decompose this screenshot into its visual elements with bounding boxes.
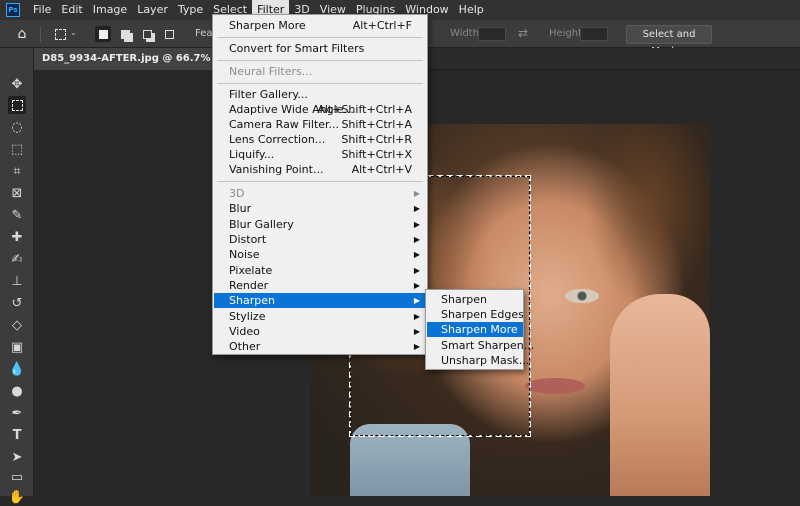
menu-item-render[interactable]: Render ▶ <box>214 278 426 293</box>
chevron-right-icon: ▶ <box>413 342 420 351</box>
stamp-icon[interactable]: ⊥ <box>8 272 26 290</box>
marquee-preset-icon[interactable] <box>52 26 68 42</box>
menu-item-vanishing-point[interactable]: Vanishing Point... Alt+Ctrl+V <box>214 162 426 177</box>
shape-icon[interactable]: ▭ <box>8 468 26 486</box>
select-and-mask-button[interactable]: Select and Mask... <box>626 25 712 57</box>
swap-icon[interactable]: ⇄ <box>518 26 528 40</box>
menu-item-neural-filters: Neural Filters... <box>229 65 313 78</box>
chevron-right-icon: ▶ <box>413 281 420 290</box>
menu-separator <box>217 60 423 61</box>
photo-lips <box>525 378 585 394</box>
chevron-right-icon: ▶ <box>413 220 420 229</box>
chevron-down-icon[interactable]: ⌄ <box>70 28 77 37</box>
type-icon[interactable]: T <box>8 426 26 444</box>
menu-item-filter-gallery[interactable]: Filter Gallery... <box>214 87 426 102</box>
menu-item-convert-smart-filters[interactable]: Convert for Smart Filters <box>214 41 426 56</box>
frame-icon[interactable]: ⊠ <box>8 184 26 202</box>
menu-item-other[interactable]: Other ▶ <box>214 339 426 354</box>
chevron-right-icon: ▶ <box>413 327 420 336</box>
menu-separator <box>217 181 423 182</box>
blur-icon[interactable]: 💧 <box>8 360 26 378</box>
menu-file[interactable]: File <box>28 0 56 20</box>
menu-item-sharpen[interactable]: Sharpen ▶ <box>214 293 426 308</box>
submenu-item-smart-sharpen[interactable]: Smart Sharpen... <box>427 338 534 353</box>
chevron-right-icon: ▶ <box>413 204 420 213</box>
menu-help[interactable]: Help <box>454 0 489 20</box>
menu-item-3d: 3D ▶ <box>229 187 420 200</box>
submenu-item-sharpen-more[interactable]: Sharpen More <box>427 322 523 337</box>
menu-type[interactable]: Type <box>173 0 208 20</box>
menu-item-blur-gallery[interactable]: Blur Gallery ▶ <box>214 217 426 232</box>
height-input[interactable] <box>580 27 608 41</box>
gradient-icon[interactable]: ▣ <box>8 338 26 356</box>
chevron-right-icon: ▶ <box>413 296 420 305</box>
dodge-icon[interactable]: ● <box>8 382 26 400</box>
photo-hand <box>610 294 710 496</box>
menu-item-video[interactable]: Video ▶ <box>214 324 426 339</box>
tools-panel: ✥ ◌ ⬚ ⌗ ⊠ ✎ ✚ ✍ ⊥ ↺ ◇ ▣ 💧 ● ✒ T ➤ ▭ ✋ <box>0 48 34 505</box>
subtract-selection-icon[interactable] <box>139 26 155 42</box>
quick-select-icon[interactable]: ⬚ <box>8 140 26 158</box>
crop-icon[interactable]: ⌗ <box>8 162 26 180</box>
menu-separator <box>217 37 423 38</box>
menu-item-camera-raw[interactable]: Camera Raw Filter... Shift+Ctrl+A <box>214 117 426 132</box>
chevron-right-icon: ▶ <box>413 312 420 321</box>
submenu-item-sharpen[interactable]: Sharpen <box>427 292 523 307</box>
menu-edit[interactable]: Edit <box>56 0 87 20</box>
chevron-right-icon: ▶ <box>413 250 420 259</box>
intersect-selection-icon[interactable] <box>161 26 177 42</box>
menu-item-adaptive-wide-angle[interactable]: Adaptive Wide Angle... Alt+Shift+Ctrl+A <box>214 102 426 117</box>
menu-item-last-filter[interactable]: Sharpen More Alt+Ctrl+F <box>214 18 426 33</box>
menu-image[interactable]: Image <box>88 0 132 20</box>
move-icon[interactable]: ✥ <box>8 75 26 93</box>
chevron-right-icon: ▶ <box>413 266 420 275</box>
home-icon[interactable]: ⌂ <box>14 26 30 42</box>
menu-item-blur[interactable]: Blur ▶ <box>214 201 426 216</box>
pen-icon[interactable]: ✒ <box>8 404 26 422</box>
submenu-item-unsharp-mask[interactable]: Unsharp Mask... <box>427 353 529 368</box>
menu-item-liquify[interactable]: Liquify... Shift+Ctrl+X <box>214 147 426 162</box>
menu-layer[interactable]: Layer <box>132 0 173 20</box>
photo-eye <box>565 289 599 303</box>
brush-icon[interactable]: ✍ <box>8 250 26 268</box>
chevron-right-icon: ▶ <box>413 235 420 244</box>
add-selection-icon[interactable] <box>117 26 133 42</box>
path-select-icon[interactable]: ➤ <box>8 448 26 466</box>
filter-dropdown-menu: Sharpen More Alt+Ctrl+F Convert for Smart… <box>212 14 428 355</box>
menu-separator <box>217 83 423 84</box>
eraser-icon[interactable]: ◇ <box>8 316 26 334</box>
sharpen-submenu: Sharpen Sharpen Edges Sharpen More Smart… <box>425 289 534 370</box>
menu-item-distort[interactable]: Distort ▶ <box>214 232 426 247</box>
menu-item-noise[interactable]: Noise ▶ <box>214 247 426 262</box>
divider <box>40 26 41 42</box>
history-brush-icon[interactable]: ↺ <box>8 294 26 312</box>
hand-icon[interactable]: ✋ <box>8 488 26 506</box>
submenu-item-sharpen-edges[interactable]: Sharpen Edges <box>427 307 524 322</box>
new-selection-icon[interactable] <box>95 26 111 42</box>
healing-icon[interactable]: ✚ <box>8 228 26 246</box>
chevron-right-icon: ▶ <box>413 189 420 198</box>
width-input[interactable] <box>478 27 506 41</box>
menu-item-lens-correction[interactable]: Lens Correction... Shift+Ctrl+R <box>214 132 426 147</box>
marquee-icon[interactable] <box>8 96 26 114</box>
menu-item-stylize[interactable]: Stylize ▶ <box>214 309 426 324</box>
menu-item-pixelate[interactable]: Pixelate ▶ <box>214 263 426 278</box>
lasso-icon[interactable]: ◌ <box>8 118 26 136</box>
photoshop-logo: Ps <box>6 3 20 17</box>
eyedropper-icon[interactable]: ✎ <box>8 206 26 224</box>
